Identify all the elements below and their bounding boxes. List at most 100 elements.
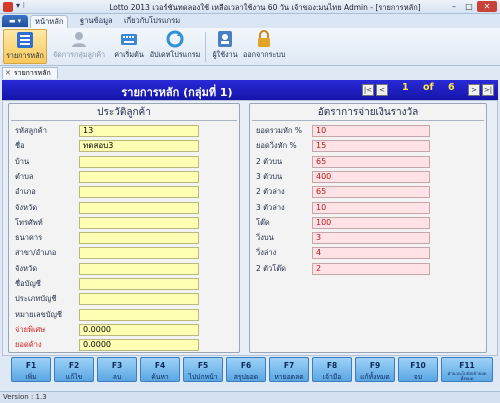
main-list-button[interactable]: รายการหลัก: [3, 29, 47, 64]
close-tab-icon[interactable]: ✕: [5, 69, 11, 77]
customer-field-row: ธนาคาร: [15, 232, 201, 245]
minimize-button[interactable]: –: [447, 1, 461, 12]
payout-field-input[interactable]: 65: [312, 186, 430, 199]
function-key-action: ไปปกหน้า: [188, 373, 218, 381]
customer-field-input[interactable]: 0.0000: [79, 339, 199, 352]
update-icon: [166, 30, 184, 48]
function-key-f5-button[interactable]: F5 ไปปกหน้า: [183, 357, 223, 382]
payout-field-input[interactable]: 65: [312, 155, 430, 168]
customer-field-input[interactable]: [79, 155, 199, 168]
customer-panel-title: ประวัติลูกค้า: [11, 105, 237, 121]
customer-field-row: โทรศัพท์: [15, 216, 201, 229]
tab-about[interactable]: เกี่ยวกับโปรแกรม: [120, 15, 184, 28]
payout-field-input[interactable]: 10: [312, 125, 430, 137]
prev-page-button[interactable]: <: [376, 84, 388, 96]
customer-field-label: รหัสลูกค้า: [15, 126, 47, 135]
customer-field-input[interactable]: [79, 262, 199, 275]
payout-field-row: 2 ตัวบน 65: [256, 155, 436, 168]
next-page-button[interactable]: >: [468, 84, 480, 96]
function-key-f1-button[interactable]: F1 เพิ่ม: [11, 357, 51, 382]
function-key-action: แก้ทั้งหมด: [360, 373, 390, 381]
customer-field-input[interactable]: [79, 247, 199, 260]
function-key-label: F2: [68, 361, 80, 370]
customer-field-input[interactable]: 0.0000: [79, 323, 199, 336]
payout-field-input[interactable]: 100: [312, 216, 430, 229]
customer-field-label: ยอดค้าง: [15, 340, 42, 350]
logout-button[interactable]: ออกจากระบบ: [243, 29, 285, 64]
payout-field-input[interactable]: 400: [312, 170, 430, 183]
customer-field-row: สาขา/อำเภอ: [15, 247, 201, 260]
close-window-button[interactable]: ✕: [477, 1, 497, 12]
users-button[interactable]: ผู้ใช้งาน: [209, 29, 241, 64]
application-menu-button[interactable]: ▬ ▾: [2, 15, 28, 27]
function-key-label: F8: [326, 361, 338, 370]
payout-field-input[interactable]: 2: [312, 262, 430, 275]
function-key-f7-button[interactable]: F7 หายอดลด: [269, 357, 309, 382]
maximize-button[interactable]: □: [462, 1, 476, 12]
manage-groups-label: จัดการกลุ่มลูกค้า: [52, 50, 106, 59]
customer-field-row: อำเภอ: [15, 186, 201, 199]
customer-field-label: ตำบล: [15, 171, 34, 181]
last-page-button[interactable]: >|: [482, 84, 494, 96]
customer-field-input[interactable]: 13: [79, 125, 199, 137]
payout-field-input[interactable]: 3: [312, 232, 430, 245]
function-key-f10-button[interactable]: F10 จบ: [398, 357, 438, 382]
first-page-button[interactable]: |<: [362, 84, 374, 96]
customer-field-label: ชื่อบัญชี: [15, 279, 41, 288]
customer-field-label: จ่ายพิเศษ: [15, 324, 46, 334]
payout-panel-title: อัตราการจ่ายเงินรางวัล: [252, 105, 484, 121]
manage-groups-button[interactable]: จัดการกลุ่มลูกค้า: [50, 29, 108, 64]
users-icon: [72, 32, 86, 47]
quick-access-toolbar[interactable]: ▾ ⁝: [16, 1, 25, 10]
keyboard-icon: [121, 34, 137, 45]
defaults-button[interactable]: ค่าเริ่มต้น: [112, 29, 146, 64]
customer-field-input[interactable]: ทดสอบ3: [79, 140, 199, 153]
customer-panel: ประวัติลูกค้า รหัสลูกค้า 13 ชื่อ ทดสอบ3 บ้าน…: [8, 103, 240, 353]
tab-database[interactable]: ฐานข้อมูล: [76, 15, 117, 28]
function-key-f3-button[interactable]: F3 ลบ: [97, 357, 137, 382]
customer-field-label: ชื่อ: [15, 141, 25, 151]
payout-field-row: 3 ตัวล่าง 10: [256, 201, 436, 214]
ribbon-separator: [205, 32, 206, 62]
customer-field-row: จังหวัด: [15, 201, 201, 214]
customer-field-input[interactable]: [79, 308, 199, 321]
function-key-label: F5: [197, 361, 209, 370]
customer-field-input[interactable]: [79, 278, 199, 290]
function-key-action: หายอดลด: [274, 373, 304, 381]
doc-tab-label: รายการหลัก: [13, 69, 51, 77]
function-key-f6-button[interactable]: F6 สรุปยอด: [226, 357, 266, 382]
payout-field-row: วิ่งล่าง 4: [256, 247, 436, 260]
function-key-f11-button[interactable]: F11 คำนวณโบนัสเข้ายอดทั้งหมด: [441, 357, 493, 382]
customer-field-row: ยอดค้าง 0.0000: [15, 339, 201, 352]
function-key-f9-button[interactable]: F9 แก้ทั้งหมด: [355, 357, 395, 382]
customer-field-row: จ่ายพิเศษ 0.0000: [15, 323, 201, 336]
customer-field-input[interactable]: [79, 232, 199, 245]
page-of: of: [423, 82, 434, 93]
customer-field-row: บ้าน: [15, 155, 201, 168]
customer-field-input[interactable]: [79, 201, 199, 214]
payout-field-row: 2 ตัวโต๊ด 2: [256, 262, 436, 275]
customer-field-input[interactable]: [79, 293, 199, 306]
customer-field-input[interactable]: [79, 186, 199, 199]
function-key-f4-button[interactable]: F4 ค้นหา: [140, 357, 180, 382]
customer-field-label: บ้าน: [15, 156, 30, 166]
ribbon-toolbar: รายการหลัก จัดการกลุ่มลูกค้า ค่าเริ่มต้น…: [0, 28, 500, 66]
payout-field-input[interactable]: 4: [312, 247, 430, 260]
customer-field-input[interactable]: [79, 170, 199, 183]
function-key-action: ค้นหา: [151, 373, 169, 381]
document-tabs: ✕ รายการหลัก: [0, 67, 500, 79]
defaults-label: ค่าเริ่มต้น: [114, 50, 144, 59]
tab-home[interactable]: หน้าหลัก: [30, 15, 69, 28]
customer-field-row: ตำบล: [15, 170, 201, 183]
function-key-f8-button[interactable]: F8 เจ้ามือ: [312, 357, 352, 382]
customer-field-row: ชื่อบัญชี: [15, 278, 201, 290]
main-list-label: รายการหลัก: [6, 51, 44, 60]
function-key-f2-button[interactable]: F2 แก้ไข: [54, 357, 94, 382]
function-key-label: F11: [459, 361, 475, 370]
payout-field-input[interactable]: 10: [312, 201, 430, 214]
payout-field-input[interactable]: 15: [312, 140, 430, 153]
customer-field-input[interactable]: [79, 216, 199, 229]
payout-field-row: ยอดวิ่งหัก % 15: [256, 140, 436, 153]
doc-tab-main-list[interactable]: ✕ รายการหลัก: [2, 67, 58, 79]
update-program-button[interactable]: อัปเดทโปรแกรม: [148, 29, 202, 64]
